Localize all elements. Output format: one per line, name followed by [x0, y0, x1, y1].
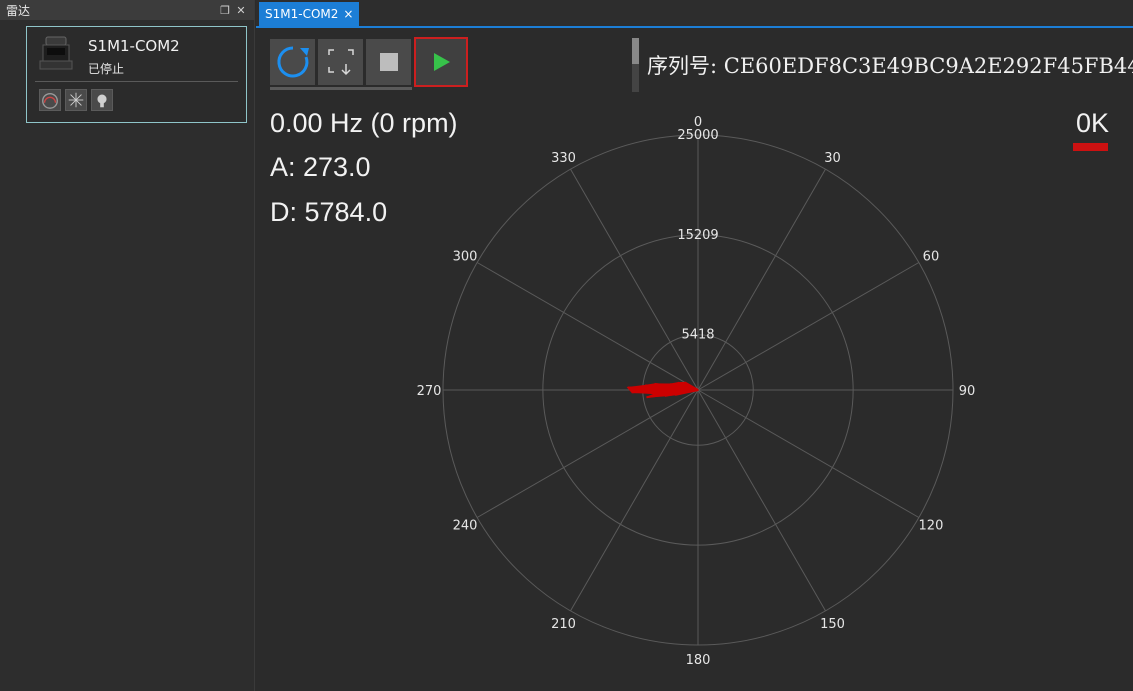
ok-status-bar: [1073, 143, 1108, 151]
radial-tick-label: 25000: [677, 128, 718, 143]
tab-close-icon[interactable]: ×: [343, 7, 353, 21]
splitter-handle[interactable]: [632, 38, 639, 92]
device-status: 已停止: [88, 62, 125, 76]
angle-tick-label: 60: [923, 250, 940, 265]
angle-tick-label: 150: [820, 617, 845, 632]
refresh-icon: [276, 46, 309, 78]
stop-button[interactable]: [366, 39, 411, 85]
radar-panel-header: 雷达 ❐ ✕: [0, 0, 254, 20]
toolbar-underline: [270, 87, 412, 90]
tab-label: S1M1-COM2: [265, 7, 339, 21]
angle-tick-label: 120: [919, 519, 944, 534]
device-card[interactable]: S1M1-COM2 已停止: [26, 26, 247, 123]
radial-tick-label: 15209: [677, 228, 718, 243]
ok-status-label: 0K: [1075, 108, 1109, 138]
radar-panel-title: 雷达: [6, 3, 31, 18]
fit-view-button[interactable]: [318, 39, 363, 85]
frequency-readout: 0.00 Hz (0 rpm): [270, 108, 458, 138]
close-icon[interactable]: ✕: [234, 4, 248, 17]
play-button[interactable]: [414, 37, 468, 87]
device-name: S1M1-COM2: [88, 37, 180, 55]
radar-panel: 雷达 ❐ ✕ S1M1-COM2 已停止: [0, 0, 255, 691]
angle-tick-label: 300: [453, 250, 478, 265]
radial-tick-label: 5418: [681, 328, 714, 343]
fit-view-icon: [327, 49, 354, 76]
document-tab-strip: S1M1-COM2 ×: [256, 0, 1133, 28]
serial-number: 序列号: CE60EDF8C3E49BC9A2E292F45FB44F04: [647, 54, 1133, 78]
radar-view: 0 30 60 90 120 150 180 210 240 270 300 330 5418 15209…: [256, 28, 1133, 691]
scan-data: [626, 381, 700, 399]
distance-readout: D: 5784.0: [270, 197, 388, 227]
lidar-device-icon: [39, 36, 73, 70]
tab-s1m1-com2[interactable]: S1M1-COM2 ×: [259, 2, 360, 26]
signal-icon[interactable]: [91, 89, 113, 111]
splitter-grip[interactable]: [632, 38, 639, 64]
gauge-icon[interactable]: [39, 89, 61, 111]
angle-tick-label: 210: [551, 617, 576, 632]
device-divider: [35, 81, 238, 82]
angle-tick-label: 180: [686, 653, 711, 668]
angle-tick-label: 240: [453, 519, 478, 534]
float-icon[interactable]: ❐: [218, 4, 232, 17]
play-icon: [434, 53, 450, 71]
angle-readout: A: 273.0: [270, 152, 371, 182]
toolbar: [270, 37, 468, 87]
refresh-button[interactable]: [270, 39, 315, 85]
angle-tick-label: 330: [551, 151, 576, 166]
angle-tick-label: 270: [417, 384, 442, 399]
angle-tick-label: 90: [959, 384, 976, 399]
stop-icon: [379, 53, 398, 71]
scan-icon[interactable]: [65, 89, 87, 111]
angle-tick-label: 30: [824, 151, 841, 166]
